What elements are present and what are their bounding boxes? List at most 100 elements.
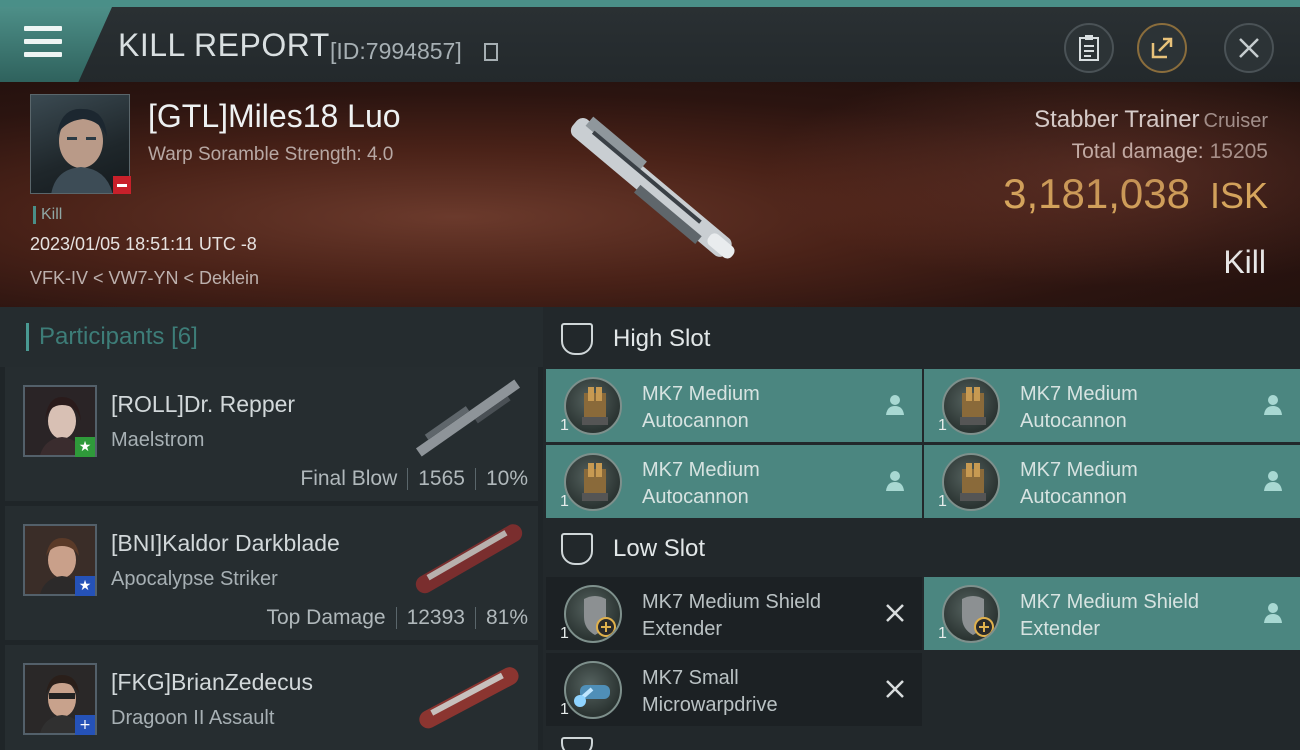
victim-ship-image — [570, 116, 735, 259]
module-quantity: 1 — [560, 625, 569, 642]
kill-id: [ID:7994857] — [330, 38, 462, 64]
module-item[interactable]: 1 MK7 Medium Shield Extender — [924, 577, 1300, 650]
person-icon — [1264, 603, 1282, 623]
high-slot-title: High Slot — [613, 325, 711, 352]
shield-extender-icon — [564, 585, 622, 643]
participant-name: [FKG]BrianZedecus — [111, 669, 313, 695]
participant-damage: 1565 — [418, 467, 465, 490]
module-name-line1: MK7 Medium — [1020, 383, 1138, 405]
isk-amount: 3,181,038 — [1003, 170, 1190, 217]
total-damage-value: 15205 — [1209, 140, 1268, 163]
destroyed-x-icon — [886, 680, 904, 698]
module-item[interactable]: 1 MK7 Medium Autocannon — [546, 369, 922, 442]
module-quantity: 1 — [560, 701, 569, 718]
mid-slot-icon — [561, 737, 593, 750]
autocannon-icon — [564, 453, 622, 511]
menu-icon — [24, 26, 62, 58]
autocannon-icon — [942, 453, 1000, 511]
menu-button[interactable] — [0, 7, 112, 82]
clipboard-button[interactable] — [1064, 23, 1114, 73]
participant-row[interactable]: ★ [BNI]Kaldor Darkblade Apocalypse Strik… — [5, 506, 538, 640]
module-item[interactable]: 1 MK7 Small Microwarpdrive — [546, 653, 922, 726]
person-icon — [886, 471, 904, 491]
participant-ship-image — [415, 379, 521, 457]
participant-name: [BNI]Kaldor Darkblade — [111, 530, 340, 556]
module-item[interactable]: 1 MK7 Medium Autocannon — [546, 445, 922, 518]
participant-damage: 12393 — [406, 606, 465, 629]
participant-row[interactable]: ★ [ROLL]Dr. Repper Maelstrom Final Blow … — [5, 367, 538, 501]
participant-percent: 10% — [485, 467, 528, 490]
module-name-line2: Autocannon — [642, 486, 749, 508]
victim-ship-type: Stabber Trainer Cruiser — [1034, 106, 1268, 134]
person-icon — [1264, 395, 1282, 415]
module-item[interactable]: 1 MK7 Medium Shield Extender — [546, 577, 922, 650]
participant-ship: Apocalypse Striker — [111, 568, 278, 590]
participant-role: Final Blow — [300, 467, 398, 490]
participant-ship-image — [419, 667, 519, 729]
module-name-line1: MK7 Medium — [642, 383, 760, 405]
module-name-line2: Extender — [642, 618, 723, 640]
module-item[interactable]: 1 MK7 Medium Autocannon — [924, 369, 1300, 442]
module-quantity: 1 — [938, 493, 947, 510]
participant-name: [ROLL]Dr. Repper — [111, 391, 296, 417]
person-icon — [886, 395, 904, 415]
participants-header: Participants [6] — [0, 307, 543, 367]
destroyed-x-icon — [886, 604, 904, 622]
module-name-line2: Autocannon — [1020, 410, 1127, 432]
high-slot-icon — [561, 323, 593, 355]
module-name: MK7 Medium Autocannon — [1020, 381, 1260, 435]
clipboard-icon — [1079, 35, 1099, 61]
participants-label: Participants — [39, 323, 165, 350]
victim-banner: [GTL]Miles18 Luo Warp Soramble Strength:… — [0, 82, 1300, 307]
participants-count: [6] — [171, 323, 198, 350]
person-icon — [1264, 471, 1282, 491]
autocannon-icon — [942, 377, 1000, 435]
close-icon — [1239, 38, 1259, 58]
fitting-panel: High Slot 1 MK7 Medium Autocannon 1 MK7 M… — [543, 307, 1300, 750]
module-name-line1: MK7 Medium Shield — [642, 591, 821, 613]
low-slot-header: Low Slot — [543, 517, 1300, 579]
close-button[interactable] — [1224, 23, 1274, 73]
module-quantity: 1 — [938, 625, 947, 642]
victim-name: [GTL]Miles18 Luo — [148, 98, 401, 134]
star-icon: ★ — [75, 437, 95, 457]
module-item[interactable]: 1 MK7 Medium Autocannon — [924, 445, 1300, 518]
victim-ship-class: Cruiser — [1203, 110, 1268, 132]
victim-ship-name: Stabber Trainer — [1034, 106, 1200, 133]
share-button[interactable] — [1137, 23, 1187, 73]
total-damage-label: Total damage: — [1071, 140, 1204, 163]
module-name-line1: MK7 Small — [642, 667, 739, 689]
module-name: MK7 Medium Shield Extender — [642, 589, 882, 643]
autocannon-icon — [564, 377, 622, 435]
module-quantity: 1 — [560, 493, 569, 510]
module-name: MK7 Small Microwarpdrive — [642, 665, 882, 719]
copy-icon[interactable] — [484, 43, 498, 61]
module-name: MK7 Medium Autocannon — [1020, 457, 1260, 511]
module-quantity: 1 — [938, 417, 947, 434]
module-name-line1: MK7 Medium — [1020, 459, 1138, 481]
kill-result: Kill — [1223, 244, 1266, 280]
header-bar: KILL REPORT [ID:7994857] — [0, 0, 1300, 82]
low-slot-icon — [561, 533, 593, 565]
module-name-line2: Autocannon — [1020, 486, 1127, 508]
module-name-line2: Microwarpdrive — [642, 694, 778, 716]
module-name: MK7 Medium Shield Extender — [1020, 589, 1260, 643]
participant-row[interactable]: + [FKG]BrianZedecus Dragoon II Assault — [5, 645, 538, 750]
kill-datetime: 2023/01/05 18:51:11 UTC -8 — [30, 234, 257, 254]
total-damage: Total damage: 15205 — [1072, 140, 1268, 164]
share-icon — [1151, 37, 1173, 59]
module-quantity: 1 — [560, 417, 569, 434]
low-slot-title: Low Slot — [613, 535, 706, 562]
participant-ship: Dragoon II Assault — [111, 707, 275, 729]
module-name-line2: Extender — [1020, 618, 1101, 640]
module-name: MK7 Medium Autocannon — [642, 381, 882, 435]
isk-unit: ISK — [1209, 175, 1268, 216]
participant-role: Top Damage — [266, 606, 386, 629]
participants-title: Participants [6] — [26, 323, 198, 351]
page-title: KILL REPORT — [118, 27, 330, 63]
module-name-line1: MK7 Medium — [642, 459, 760, 481]
participant-ship: Maelstrom — [111, 429, 205, 451]
participant-percent: 81% — [485, 606, 528, 629]
kill-location[interactable]: VFK-IV < VW7-YN < Deklein — [30, 268, 259, 289]
participant-stats: Top Damage 12393 81% — [266, 606, 528, 630]
